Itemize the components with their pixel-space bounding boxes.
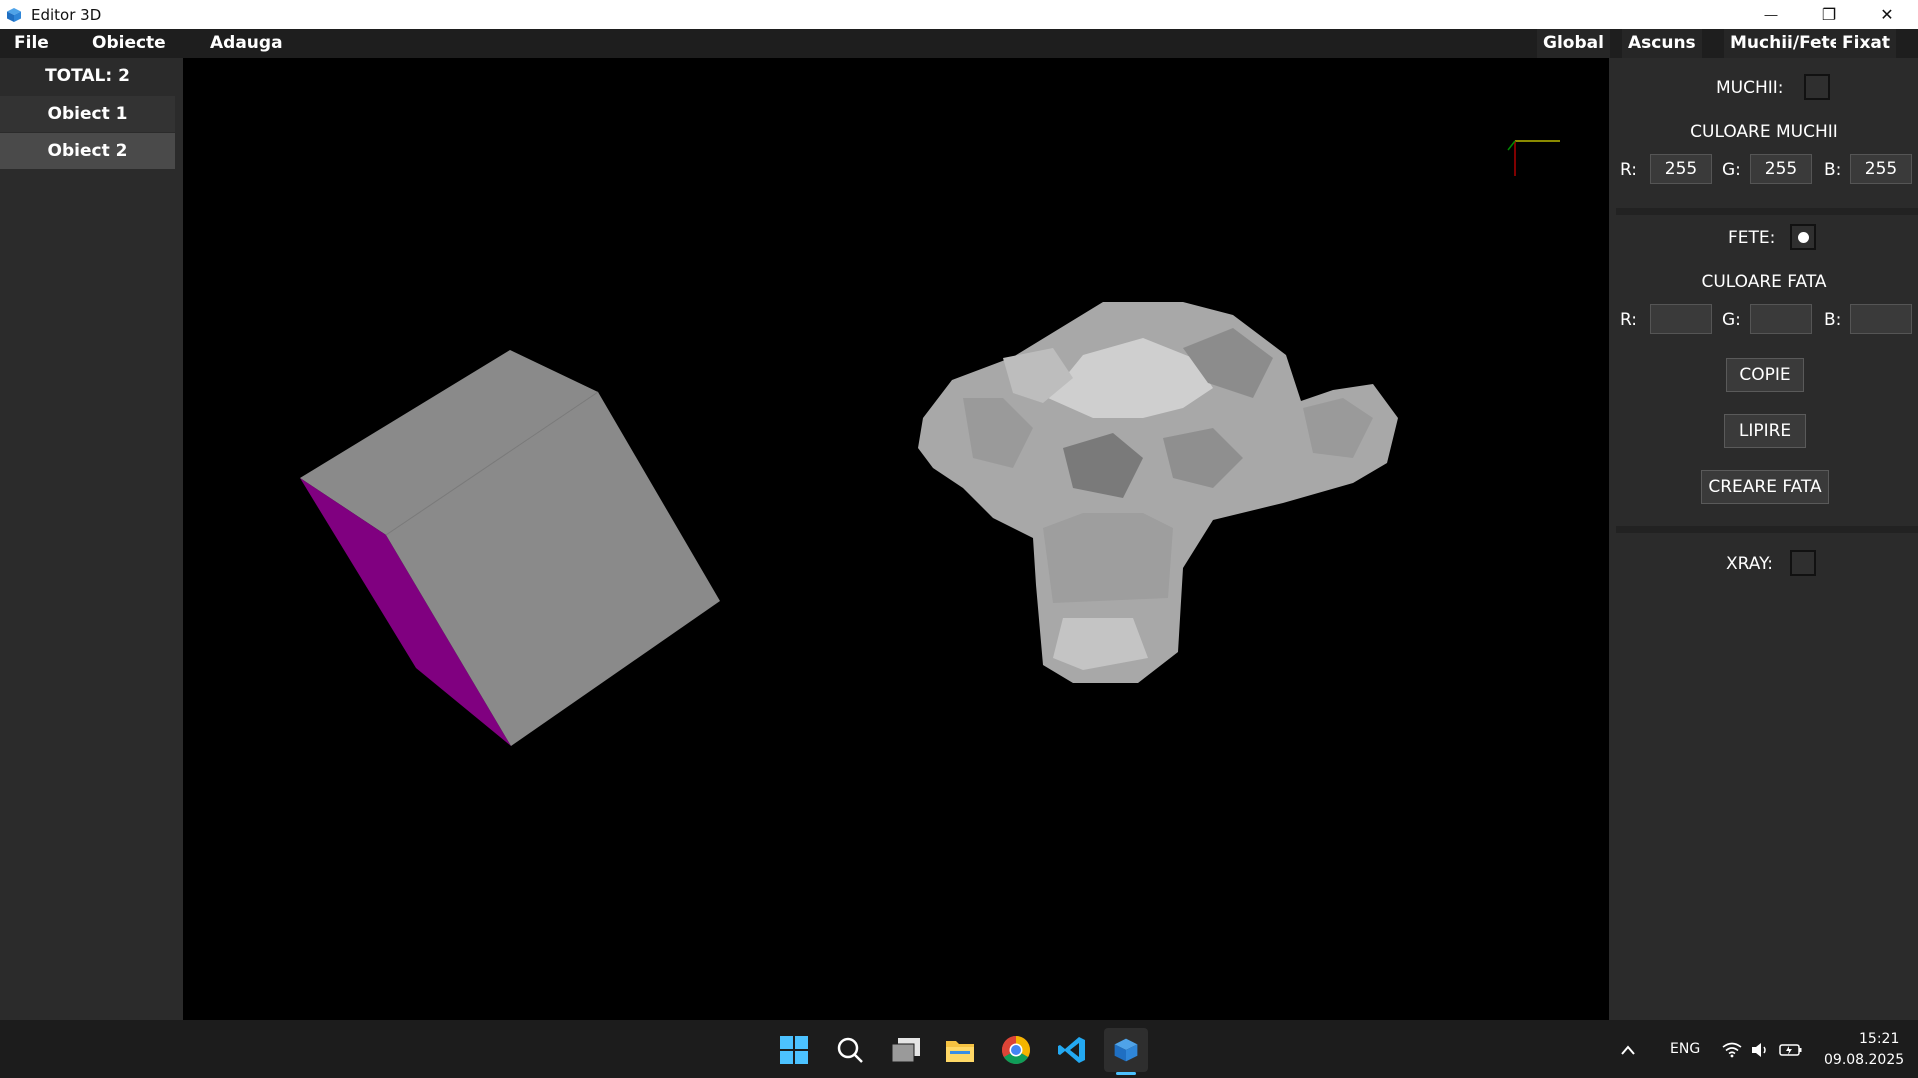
minimize-icon: — [1764, 7, 1778, 22]
edge-b-input[interactable]: 255 [1850, 154, 1912, 184]
copie-button[interactable]: COPIE [1726, 358, 1804, 392]
muchii-label: MUCHII: [1716, 78, 1784, 98]
face-r-input[interactable] [1650, 304, 1712, 334]
language-indicator[interactable]: ENG [1670, 1041, 1700, 1057]
edge-r-input[interactable]: 255 [1650, 154, 1712, 184]
object-list-item-1[interactable]: Obiect 1 [0, 96, 175, 132]
edge-r-label: R: [1620, 160, 1638, 180]
viewport-canvas[interactable] [183, 58, 1609, 1020]
close-button[interactable]: ✕ [1858, 0, 1916, 29]
axis-gizmo [1507, 140, 1560, 176]
culoare-fata-title: CULOARE FATA [1701, 272, 1827, 292]
editor-3d-icon[interactable] [1104, 1028, 1148, 1072]
object-list-item-2[interactable]: Obiect 2 [0, 133, 175, 169]
panel-divider [1616, 526, 1918, 533]
close-icon: ✕ [1880, 6, 1894, 24]
menu-bar: File Obiecte Adauga Global Ascuns Muchii… [0, 29, 1918, 58]
objects-panel: TOTAL: 2 Obiect 1 Obiect 2 [0, 58, 183, 1020]
creare-fata-button[interactable]: CREARE FATA [1701, 470, 1829, 504]
edge-b-label: B: [1824, 160, 1842, 180]
menu-fixat[interactable]: Fixat [1836, 29, 1897, 58]
properties-panel: MUCHII: CULOARE MUCHII R: 255 G: 255 B: … [1616, 58, 1918, 1020]
monkey-head-object[interactable] [918, 302, 1398, 683]
minimize-button[interactable]: — [1742, 0, 1800, 29]
menu-global[interactable]: Global [1537, 29, 1610, 58]
xray-label: XRAY: [1726, 554, 1773, 574]
vscode-icon[interactable] [1050, 1028, 1094, 1072]
clock-date[interactable]: 09.08.2025 [1824, 1052, 1904, 1068]
face-r-label: R: [1620, 310, 1638, 330]
wifi-icon[interactable] [1718, 1028, 1746, 1072]
clock-time[interactable]: 15:21 [1859, 1031, 1899, 1047]
culoare-muchii-title: CULOARE MUCHII [1690, 122, 1838, 142]
windows-start-icon[interactable] [772, 1028, 816, 1072]
file-explorer-icon[interactable] [938, 1028, 982, 1072]
edge-g-label: G: [1722, 160, 1741, 180]
face-g-input[interactable] [1750, 304, 1812, 334]
task-view-icon[interactable] [884, 1028, 928, 1072]
face-b-label: B: [1824, 310, 1842, 330]
muchii-checkbox[interactable] [1804, 74, 1830, 100]
panel-divider [1616, 208, 1918, 215]
taskbar: ENG 15:21 09.08.2025 [0, 1020, 1918, 1078]
menu-file[interactable]: File [8, 29, 55, 58]
active-app-indicator [1116, 1072, 1136, 1075]
objects-total-label: TOTAL: 2 [45, 66, 130, 86]
menu-ascuns[interactable]: Ascuns [1622, 29, 1702, 58]
3d-viewport[interactable] [183, 58, 1609, 1020]
restore-icon: ❐ [1821, 6, 1837, 24]
app-cube-icon [7, 7, 21, 22]
fete-checked-indicator [1798, 232, 1809, 243]
battery-icon[interactable] [1776, 1028, 1806, 1072]
menu-obiecte[interactable]: Obiecte [86, 29, 172, 58]
face-g-label: G: [1722, 310, 1741, 330]
restore-button[interactable]: ❐ [1800, 0, 1858, 29]
window-title: Editor 3D [31, 5, 102, 24]
cube-object[interactable] [300, 350, 720, 746]
volume-icon[interactable] [1746, 1028, 1774, 1072]
chrome-icon[interactable] [994, 1028, 1038, 1072]
menu-muchii-fete[interactable]: Muchii/Fete [1724, 29, 1848, 58]
edge-g-input[interactable]: 255 [1750, 154, 1812, 184]
window-titlebar: Editor 3D — ❐ ✕ [0, 0, 1918, 29]
search-icon[interactable] [828, 1028, 872, 1072]
xray-checkbox[interactable] [1790, 550, 1816, 576]
fete-label: FETE: [1728, 228, 1776, 248]
lipire-button[interactable]: LIPIRE [1724, 414, 1806, 448]
menu-adauga[interactable]: Adauga [204, 29, 289, 58]
face-b-input[interactable] [1850, 304, 1912, 334]
fete-checkbox[interactable] [1790, 224, 1816, 250]
show-hidden-icons-icon[interactable] [1616, 1028, 1640, 1072]
